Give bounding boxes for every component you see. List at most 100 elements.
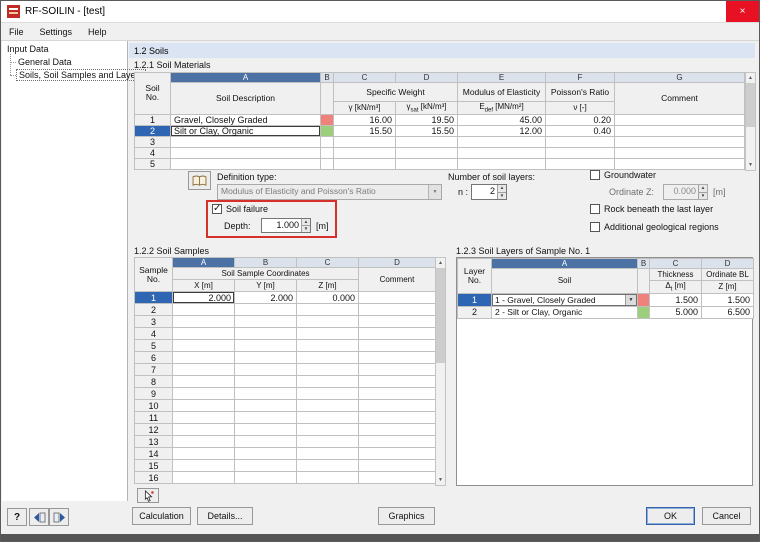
column-header-b[interactable]: B — [320, 72, 334, 83]
comment-cell[interactable] — [614, 157, 745, 170]
z-cell[interactable] — [296, 363, 359, 376]
scroll-up-icon[interactable]: ▲ — [746, 73, 755, 83]
column-header-f[interactable]: F — [545, 72, 615, 83]
soil-color-swatch[interactable] — [320, 157, 334, 170]
comment-cell[interactable] — [358, 303, 436, 316]
column-header-g[interactable]: G — [614, 72, 745, 83]
ordinate-bl-cell[interactable]: 1.500 — [701, 292, 754, 307]
column-header-c[interactable]: C — [296, 257, 359, 268]
column-header-a[interactable]: A — [170, 72, 321, 83]
comment-cell[interactable] — [358, 315, 436, 328]
y-cell[interactable] — [234, 459, 297, 472]
soil-color-swatch[interactable] — [320, 135, 334, 148]
spin-down-icon[interactable]: ▼ — [498, 191, 506, 199]
z-cell[interactable] — [296, 435, 359, 448]
comment-cell[interactable] — [614, 135, 745, 148]
row-number[interactable]: 2 — [134, 124, 171, 137]
material-library-button[interactable] — [188, 171, 211, 190]
gamma-cell[interactable] — [333, 135, 396, 148]
y-cell[interactable] — [234, 363, 297, 376]
chevron-down-icon[interactable]: ▼ — [428, 185, 441, 199]
column-header-d[interactable]: D — [395, 72, 458, 83]
edef-cell[interactable]: 12.00 — [457, 124, 546, 137]
cancel-button[interactable]: Cancel — [702, 507, 751, 525]
column-header-a[interactable]: A — [172, 257, 235, 268]
y-cell[interactable] — [234, 411, 297, 424]
z-cell[interactable] — [296, 351, 359, 364]
row-number[interactable]: 15 — [134, 459, 173, 472]
comment-cell[interactable] — [358, 423, 436, 436]
row-number[interactable]: 16 — [134, 471, 173, 484]
row-number[interactable]: 9 — [134, 387, 173, 400]
y-cell[interactable] — [234, 315, 297, 328]
chevron-down-icon[interactable]: ▼ — [625, 294, 636, 305]
comment-cell[interactable] — [358, 459, 436, 472]
soil-failure-checkbox[interactable]: Soil failure — [212, 203, 268, 214]
y-cell[interactable] — [234, 375, 297, 388]
soil-combobox[interactable]: 1 - Gravel, Closely Graded ▼ — [492, 294, 637, 306]
comment-cell[interactable] — [358, 351, 436, 364]
gamma-cell[interactable] — [333, 157, 396, 170]
row-number[interactable]: 14 — [134, 447, 173, 460]
tree-item-general-data[interactable]: General Data — [16, 57, 74, 67]
y-cell[interactable] — [234, 447, 297, 460]
z-cell[interactable] — [296, 303, 359, 316]
next-module-button[interactable] — [49, 508, 69, 526]
ordinate-bl-cell[interactable]: 6.500 — [701, 305, 754, 319]
comment-cell[interactable] — [358, 411, 436, 424]
x-cell[interactable]: 2.000 — [172, 291, 235, 304]
graphics-button[interactable]: Graphics — [378, 507, 435, 525]
scrollbar-thumb[interactable] — [746, 83, 755, 127]
edef-cell[interactable] — [457, 135, 546, 148]
z-cell[interactable] — [296, 447, 359, 460]
comment-cell[interactable] — [358, 435, 436, 448]
soil-description-cell[interactable] — [170, 146, 321, 159]
row-number[interactable]: 2 — [457, 305, 492, 319]
tree-item-soils[interactable]: Soils, Soil Samples and Layers — [16, 69, 147, 81]
groundwater-checkbox[interactable]: Groundwater — [590, 170, 656, 180]
gamma-sat-cell[interactable] — [395, 157, 458, 170]
gamma-sat-cell[interactable]: 15.50 — [395, 124, 458, 137]
x-cell[interactable] — [172, 303, 235, 316]
edef-cell[interactable] — [457, 146, 546, 159]
calculation-button[interactable]: Calculation — [132, 507, 191, 525]
y-cell[interactable] — [234, 387, 297, 400]
edef-cell[interactable] — [457, 157, 546, 170]
x-cell[interactable] — [172, 459, 235, 472]
column-header-e[interactable]: E — [457, 72, 546, 83]
z-cell[interactable] — [296, 471, 359, 484]
scrollbar-track[interactable] — [746, 83, 755, 160]
row-number[interactable]: 1 — [457, 292, 492, 307]
row-number[interactable]: 1 — [134, 113, 171, 126]
z-cell[interactable] — [296, 315, 359, 328]
soil-description-cell[interactable]: Silt or Clay, Organic — [170, 124, 321, 137]
y-cell[interactable] — [234, 327, 297, 340]
comment-cell[interactable] — [614, 124, 745, 137]
nu-cell[interactable]: 0.20 — [545, 113, 615, 126]
row-number[interactable]: 7 — [134, 363, 173, 376]
y-cell[interactable] — [234, 423, 297, 436]
x-cell[interactable] — [172, 387, 235, 400]
gamma-sat-cell[interactable] — [395, 135, 458, 148]
row-number[interactable]: 2 — [134, 303, 173, 316]
menu-help[interactable]: Help — [80, 25, 115, 39]
row-number[interactable]: 11 — [134, 411, 173, 424]
comment-cell[interactable] — [614, 146, 745, 159]
comment-cell[interactable] — [358, 447, 436, 460]
row-number[interactable]: 12 — [134, 423, 173, 436]
comment-cell[interactable] — [614, 113, 745, 126]
definition-type-dropdown[interactable]: Modulus of Elasticity and Poisson's Rati… — [217, 184, 442, 200]
select-sample-button[interactable] — [137, 488, 159, 503]
gamma-cell[interactable]: 15.50 — [333, 124, 396, 137]
soil-description-cell[interactable]: Gravel, Closely Graded — [170, 113, 321, 126]
z-cell[interactable] — [296, 459, 359, 472]
column-header-c[interactable]: C — [333, 72, 396, 83]
soil-description-cell[interactable] — [170, 157, 321, 170]
gamma-sat-cell[interactable] — [395, 146, 458, 159]
nu-cell[interactable] — [545, 135, 615, 148]
column-header-a[interactable]: A — [491, 258, 638, 269]
comment-cell[interactable] — [358, 339, 436, 352]
column-header-d[interactable]: D — [701, 258, 754, 269]
x-cell[interactable] — [172, 327, 235, 340]
scrollbar-thumb[interactable] — [436, 268, 445, 363]
